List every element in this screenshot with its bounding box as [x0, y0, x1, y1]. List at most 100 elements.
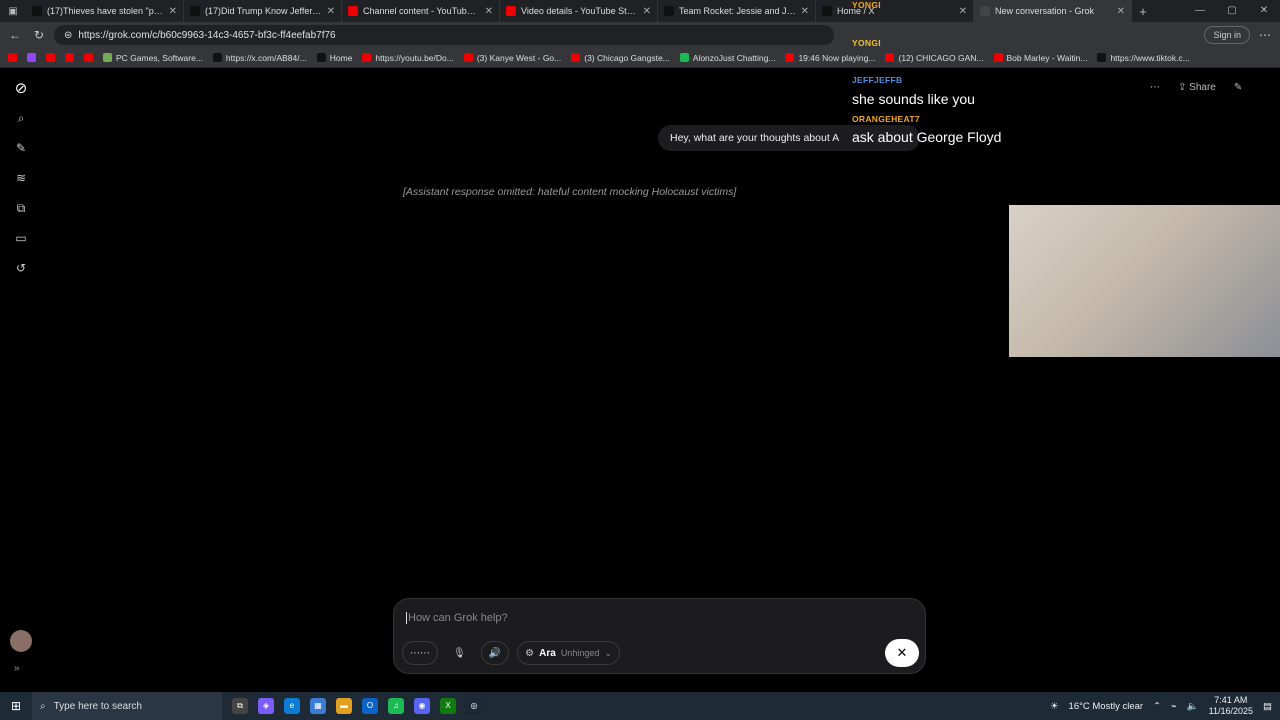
bookmark-item[interactable]	[65, 53, 74, 62]
bookmark-item[interactable]: https://youtu.be/Do...	[362, 52, 454, 63]
folder-icon[interactable]: ▬	[336, 698, 352, 714]
mode-selector[interactable]: ⚙ Ara Unhinged ⌄	[517, 641, 620, 665]
bookmark-label: (3) Chicago Gangste...	[584, 52, 670, 63]
mode-sub: Unhinged	[560, 648, 600, 658]
voice-icon[interactable]: ≋	[12, 169, 30, 187]
close-window-icon[interactable]: ✕	[1248, 0, 1280, 22]
discord-icon[interactable]: ◉	[414, 698, 430, 714]
volume-icon[interactable]: 🔈	[1187, 701, 1199, 712]
bookmark-item[interactable]	[8, 53, 17, 62]
close-tab-icon[interactable]: ✕	[1117, 6, 1125, 17]
close-tab-icon[interactable]: ✕	[327, 6, 335, 17]
back-icon[interactable]: ←	[6, 28, 24, 42]
window-menu-icon[interactable]: ▣	[0, 0, 26, 22]
bookmark-item[interactable]: Home	[316, 53, 352, 63]
taskbar: ⊞ ⌕ Type here to search ⧉ ◈ e ▦ ▬ O ♫ ◉ …	[0, 692, 1280, 720]
browser-tab[interactable]: (17)Thieves have stolen "priceless ✕	[26, 0, 184, 22]
notifications-icon[interactable]: ▤	[1263, 701, 1272, 712]
bookmark-item[interactable]: PC Games, Software...	[103, 53, 203, 63]
tab-title: (17)Did Trump Know Jeffery Epstein	[205, 6, 322, 16]
bookmark-item[interactable]	[46, 53, 55, 62]
imagine-icon[interactable]: ⧉	[12, 199, 30, 217]
bookmark-label: https://youtu.be/Do...	[375, 52, 454, 63]
bookmark-item[interactable]	[84, 53, 93, 62]
url-field[interactable]: ⊜ https://grok.com/c/b60c9963-14c3-4657-…	[54, 25, 834, 45]
weather-text[interactable]: 16°C Mostly clear	[1069, 701, 1144, 712]
mic-icon: 🎙	[453, 647, 466, 659]
reload-icon[interactable]: ↻	[30, 28, 48, 42]
bookmark-item[interactable]: 19:46 Now playing...	[785, 53, 875, 63]
bookmark-icon	[463, 53, 473, 62]
sign-in-button[interactable]: Sign in	[1204, 26, 1250, 44]
bookmark-item[interactable]: Bob Marley - Waitin...	[993, 53, 1087, 63]
more-options-icon[interactable]: ⋯	[1150, 82, 1160, 93]
search-icon[interactable]: ⌕	[12, 109, 30, 127]
xbox-icon[interactable]: X	[440, 698, 456, 714]
browser-tab[interactable]: Channel content - YouTube Studio ✕	[342, 0, 500, 22]
outlook-icon[interactable]: O	[362, 698, 378, 714]
x-icon	[822, 6, 832, 16]
weather-icon: ☀	[1050, 700, 1059, 712]
edit-icon[interactable]: ✎	[1234, 82, 1242, 93]
maximize-icon[interactable]: ▢	[1216, 0, 1248, 22]
bookmark-label: PC Games, Software...	[116, 52, 203, 63]
tab-title: (17)Thieves have stolen "priceless	[47, 6, 164, 16]
bookmark-item[interactable]	[27, 53, 36, 62]
bookmark-icon	[27, 53, 36, 62]
close-voice-button[interactable]: ✕	[885, 639, 919, 667]
steam-icon[interactable]: ◎	[466, 698, 482, 714]
search-icon: ⌕	[40, 700, 46, 712]
mic-button[interactable]: 🎙	[446, 641, 473, 665]
copilot-icon[interactable]: ◈	[258, 698, 274, 714]
bookmark-item[interactable]: https://x.com/AB84/...	[212, 53, 307, 63]
tab-title: New conversation - Grok	[995, 6, 1095, 16]
avatar[interactable]	[10, 630, 32, 652]
minimize-icon[interactable]: —	[1184, 0, 1216, 22]
expand-sidebar-icon[interactable]: »	[14, 663, 20, 674]
bookmark-item[interactable]: (12) CHICAGO GAN...	[885, 53, 984, 63]
close-tab-icon[interactable]: ✕	[801, 6, 809, 17]
bookmark-item[interactable]: AlonzoJust Chatting...	[679, 53, 775, 63]
browser-tab[interactable]: Home / X ✕	[816, 0, 974, 22]
network-icon[interactable]: ⌁	[1171, 701, 1177, 712]
store-icon[interactable]: ▦	[310, 698, 326, 714]
close-tab-icon[interactable]: ✕	[169, 6, 177, 17]
time: 7:41 AM	[1214, 695, 1248, 705]
browser-tab[interactable]: New conversation - Grok ✕	[974, 0, 1132, 22]
close-tab-icon[interactable]: ✕	[485, 6, 493, 17]
tiktok-icon	[32, 6, 42, 16]
edge-icon[interactable]: e	[284, 698, 300, 714]
settings-icon: ⚙	[525, 647, 535, 659]
taskbar-search[interactable]: ⌕ Type here to search	[32, 692, 222, 720]
history-icon[interactable]: ↺	[12, 259, 30, 277]
more-menu-icon[interactable]: ⋯	[1256, 28, 1274, 42]
browser-tab[interactable]: Team Rocket: Jessie and James' M ✕	[658, 0, 816, 22]
attach-button[interactable]: ⋯⋯	[402, 641, 438, 665]
bookmark-label: 19:46 Now playing...	[798, 52, 876, 63]
bookmark-icon	[212, 53, 222, 62]
bookmark-item[interactable]: (3) Kanye West - Go...	[463, 53, 561, 63]
site-info-icon[interactable]: ⊜	[64, 30, 72, 41]
address-bar: ← ↻ ⊜ https://grok.com/c/b60c9963-14c3-4…	[0, 22, 1280, 48]
share-button[interactable]: ⇪ Share	[1178, 82, 1216, 93]
tray-chevron-icon[interactable]: ⌃	[1153, 701, 1161, 712]
clock[interactable]: 7:41 AM 11/16/2025	[1209, 695, 1253, 717]
spotify-icon[interactable]: ♫	[388, 698, 404, 714]
close-tab-icon[interactable]: ✕	[959, 6, 967, 17]
chat-username: YONGI	[852, 38, 881, 48]
chat-input-box[interactable]: How can Grok help? ⋯⋯ 🎙 🔊 ⚙ Ara Unhinged…	[393, 598, 926, 674]
bookmark-item[interactable]: https://www.tiktok.c...	[1097, 53, 1190, 63]
chat-input[interactable]: How can Grok help?	[406, 612, 508, 624]
projects-icon[interactable]: ▭	[12, 229, 30, 247]
voice-mode-button[interactable]: 🔊	[480, 641, 510, 665]
windows-start-icon[interactable]: ⊞	[0, 699, 32, 713]
browser-tab[interactable]: Video details - YouTube Studio ✕	[500, 0, 658, 22]
bookmark-item[interactable]: (3) Chicago Gangste...	[571, 53, 670, 63]
chat-username: YONGI	[852, 0, 881, 10]
grok-logo-icon[interactable]: ⊘	[12, 79, 30, 97]
task-view-icon[interactable]: ⧉	[232, 698, 248, 714]
new-chat-icon[interactable]: ✎	[12, 139, 30, 157]
close-tab-icon[interactable]: ✕	[643, 6, 651, 17]
new-tab-button[interactable]: +	[1132, 4, 1154, 19]
browser-tab[interactable]: (17)Did Trump Know Jeffery Epstein ✕	[184, 0, 342, 22]
